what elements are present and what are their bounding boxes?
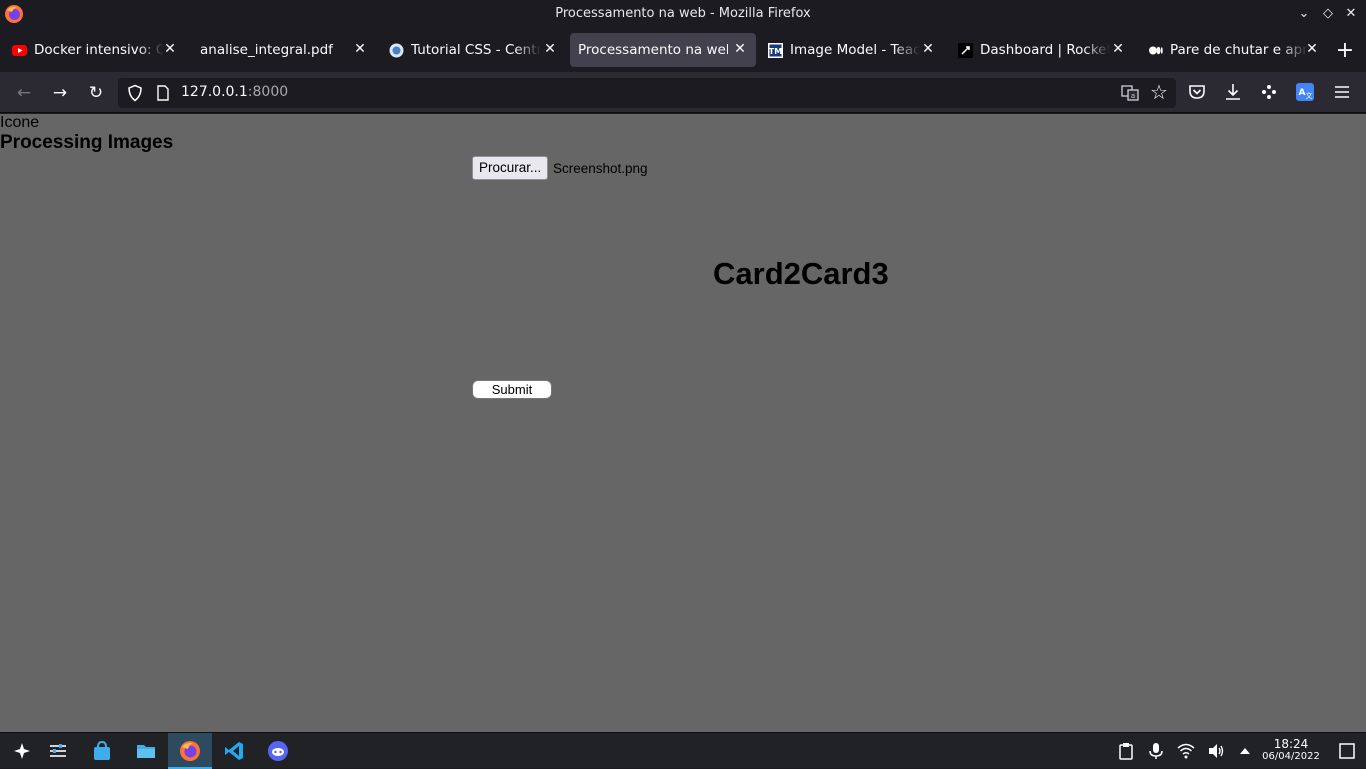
tab-docker[interactable]: Docker intensivo: O n ✕ <box>4 33 182 67</box>
microphone-icon[interactable] <box>1147 742 1165 760</box>
medium-icon <box>1149 46 1163 55</box>
taskbar: 18:24 06/04/2022 <box>0 732 1366 769</box>
svg-text:A: A <box>1299 88 1306 98</box>
tracking-protection-shield-icon[interactable] <box>126 84 144 102</box>
url-text[interactable]: 127.0.0.1:8000 <box>181 84 288 100</box>
clipboard-icon[interactable] <box>1117 742 1135 760</box>
close-tab-icon[interactable]: ✕ <box>352 41 368 57</box>
discord-icon <box>268 741 288 761</box>
settings-sliders-icon <box>50 744 66 757</box>
taskbar-discover[interactable] <box>80 733 124 769</box>
window-title: Processamento na web - Mozilla Firefox <box>555 6 811 21</box>
icone-text: Icone <box>0 114 40 131</box>
reload-icon[interactable]: ↻ <box>83 80 109 106</box>
close-tab-icon[interactable]: ✕ <box>1110 41 1126 57</box>
navigation-toolbar: ← → ↻ 127.0.0.1:8000 a ☆ A文 <box>0 72 1366 113</box>
tray-expand-arrow-icon[interactable] <box>1236 742 1254 760</box>
tab-analise-pdf[interactable]: analise_integral.pdf ✕ <box>186 33 374 67</box>
menu-icon[interactable] <box>1332 82 1352 102</box>
svg-text:文: 文 <box>1306 91 1313 100</box>
forward-icon[interactable]: → <box>47 80 73 106</box>
tab-label: analise_integral.pdf <box>200 42 333 58</box>
tab-strip: Docker intensivo: O n ✕ analise_integral… <box>0 28 1366 72</box>
tab-pare-de-chutar[interactable]: Pare de chutar e apre ✕ <box>1140 33 1324 67</box>
tab-label: Pare de chutar e apre <box>1170 42 1308 58</box>
close-tab-icon[interactable]: ✕ <box>732 41 748 57</box>
page-content: Icone Processing Images Procurar... Scre… <box>0 114 1366 732</box>
store-bag-icon <box>94 740 110 760</box>
taskbar-system-settings[interactable] <box>36 733 80 769</box>
close-tab-icon[interactable]: ✕ <box>920 41 936 57</box>
translate-icon[interactable]: a <box>1121 84 1139 102</box>
tab-label: Tutorial CSS - Central <box>411 42 541 58</box>
tab-processamento[interactable]: Processamento na web ✕ <box>570 33 756 67</box>
new-tab-icon[interactable]: + <box>1334 40 1356 62</box>
tab-dashboard-rocketseat[interactable]: Dashboard | Rockets ✕ <box>950 33 1130 67</box>
svg-text:TM: TM <box>769 47 782 56</box>
taskbar-firefox[interactable] <box>168 733 212 769</box>
show-desktop-icon[interactable] <box>1338 742 1356 760</box>
selected-file-name: Screenshot.png <box>553 161 648 176</box>
volume-icon[interactable] <box>1207 742 1225 760</box>
extensions-icon[interactable] <box>1259 82 1279 102</box>
rocketseat-icon <box>958 43 973 58</box>
youtube-icon <box>12 45 27 56</box>
launcher-icon <box>14 743 30 759</box>
tab-label: Processamento na web <box>578 42 728 58</box>
window-titlebar: Processamento na web - Mozilla Firefox ⌄… <box>0 0 1366 28</box>
translate-extension-icon[interactable]: A文 <box>1295 82 1315 102</box>
svg-text:a: a <box>1131 92 1135 100</box>
pocket-icon[interactable] <box>1187 82 1207 102</box>
browse-file-button[interactable]: Procurar... <box>472 156 549 180</box>
tab-image-model[interactable]: TM Image Model - Teach ✕ <box>760 33 940 67</box>
folder-icon <box>137 745 155 758</box>
bookmark-star-icon[interactable]: ☆ <box>1148 81 1170 103</box>
downloads-icon[interactable] <box>1223 82 1243 102</box>
tab-label: Dashboard | Rockets <box>980 42 1110 58</box>
taskbar-vscode[interactable] <box>212 733 256 769</box>
clock-date: 06/04/2022 <box>1262 751 1320 762</box>
close-window-icon[interactable]: ✕ <box>1342 5 1360 23</box>
tab-label: Image Model - Teach <box>790 42 920 58</box>
globe-icon <box>389 43 404 58</box>
maximize-icon[interactable]: ◇ <box>1319 5 1337 23</box>
wifi-icon[interactable] <box>1177 742 1195 760</box>
close-tab-icon[interactable]: ✕ <box>162 41 178 57</box>
clock-time: 18:24 <box>1273 737 1309 751</box>
back-icon[interactable]: ← <box>11 80 37 106</box>
url-host: 127.0.0.1 <box>181 84 248 100</box>
taskbar-file-manager[interactable] <box>124 733 168 769</box>
page-heading: Processing Images <box>0 132 174 153</box>
url-bar[interactable]: 127.0.0.1:8000 a ☆ <box>118 78 1176 108</box>
page-info-icon[interactable] <box>156 85 170 101</box>
url-port: :8000 <box>247 84 289 100</box>
vscode-icon <box>225 742 243 760</box>
tab-label: Docker intensivo: O n <box>34 42 164 58</box>
close-tab-icon[interactable]: ✕ <box>542 41 558 57</box>
submit-button[interactable]: Submit <box>472 380 552 399</box>
firefox-icon <box>180 741 200 761</box>
minimize-icon[interactable]: ⌄ <box>1295 5 1313 23</box>
tab-tutorial-css[interactable]: Tutorial CSS - Central ✕ <box>381 33 562 67</box>
teachable-machine-icon: TM <box>768 43 783 58</box>
close-tab-icon[interactable]: ✕ <box>1304 41 1320 57</box>
clock[interactable]: 18:24 06/04/2022 <box>1262 738 1320 763</box>
taskbar-discord[interactable] <box>256 733 300 769</box>
cards-text: Card2Card3 <box>713 256 889 291</box>
